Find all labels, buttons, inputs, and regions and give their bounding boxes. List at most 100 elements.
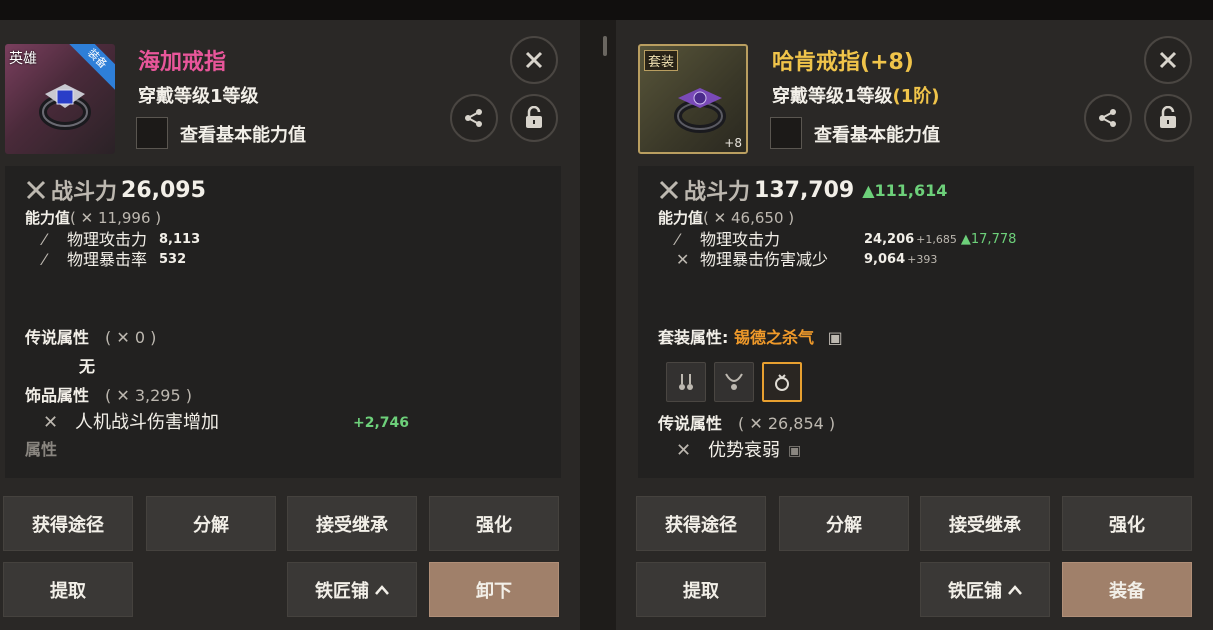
ability-section: 能力值( ✕ 46,650 ): [658, 209, 795, 227]
crit-defense-icon: ✕: [676, 250, 690, 269]
set-name[interactable]: 锡德之杀气: [734, 328, 814, 347]
set-label: 套装: [644, 50, 679, 71]
ability-label: 能力值: [25, 209, 71, 227]
item-thumbnail[interactable]: 套装 +8: [638, 44, 748, 154]
sword-icon: ⁄: [43, 230, 46, 249]
panel-divider: [580, 20, 616, 630]
crossed-swords-icon: ✕: [713, 209, 727, 227]
combat-power-label: 战斗力: [51, 180, 118, 205]
legend-value: 0: [134, 328, 146, 347]
lock-button[interactable]: [510, 94, 558, 142]
attr-row: ⁄ 物理攻击力 24,206 +1,685 ▲17,778: [658, 230, 1184, 250]
attr-value: 8,113: [159, 232, 201, 247]
wear-level: 穿戴等级1等级: [138, 82, 259, 108]
close-icon: [1159, 51, 1177, 69]
view-base-label[interactable]: 查看基本能力值: [180, 121, 306, 147]
view-base-checkbox[interactable]: [136, 117, 168, 149]
attr-value: 532: [159, 252, 187, 267]
scrollbar-handle[interactable]: [603, 36, 607, 56]
attr-name: 物理暴击率: [67, 250, 148, 269]
obtain-source-button[interactable]: 获得途径: [636, 496, 766, 551]
dismantle-button[interactable]: 分解: [779, 496, 909, 551]
necklace-slot[interactable]: [714, 362, 754, 402]
ability-section: 能力值( ✕ 11,996 ): [25, 209, 162, 227]
stats-area[interactable]: 战斗力 26,095 能力值( ✕ 11,996 ) ⁄ 物理攻击力 8,113…: [5, 166, 561, 478]
legend-section: 传说属性( ✕ 0 ): [25, 328, 157, 347]
crossed-swords-icon: ✕: [80, 209, 94, 227]
attr-delta: ▲17,778: [960, 232, 1017, 247]
legend-section: 传说属性( ✕ 26,854 ): [658, 414, 836, 433]
unequip-button[interactable]: 卸下: [429, 562, 559, 617]
legend-none: 无: [79, 357, 96, 376]
extract-button[interactable]: 提取: [636, 562, 766, 617]
close-button[interactable]: [1144, 36, 1192, 84]
ability-value: 11,996: [98, 209, 151, 227]
enhance-level: +8: [724, 136, 742, 150]
attr-name: 物理攻击力: [700, 230, 781, 249]
item-title: 哈肯戒指(+8): [772, 44, 914, 76]
attr-value: 24,206: [864, 232, 915, 247]
attr-row: ✕ 物理暴击伤害减少 9,064 +393: [658, 250, 1184, 270]
item-panel-compare: 套装 +8 哈肯戒指(+8) 穿戴等级1等级(1阶) 查看基本能力值 战斗力 1…: [616, 20, 1213, 630]
obtain-source-button[interactable]: 获得途径: [3, 496, 133, 551]
top-strip: [0, 0, 1213, 20]
item-title-text: 哈肯戒指: [772, 50, 861, 75]
ability-value: 46,650: [731, 209, 784, 227]
share-icon: [1099, 109, 1116, 127]
info-icon[interactable]: ▣: [788, 441, 801, 461]
ability-label: 能力值: [658, 209, 704, 227]
combat-power: 战斗力 26,095: [25, 174, 551, 206]
enhance-button[interactable]: 强化: [1062, 496, 1192, 551]
ring-slot[interactable]: [762, 362, 802, 402]
caret-up-icon: [1008, 584, 1022, 595]
legend-value: 26,854: [767, 414, 824, 433]
crossed-swords-icon: [26, 180, 46, 200]
ornament-attr-row: ✕ 人机战斗伤害增加 +2,746: [25, 408, 551, 438]
rarity-label: 英雄: [9, 51, 37, 67]
crit-icon: ⁄: [43, 250, 46, 269]
share-button[interactable]: [450, 94, 498, 142]
lock-icon: [1160, 106, 1176, 128]
combat-power-delta: ▲111,614: [862, 180, 948, 200]
blacksmith-button[interactable]: 铁匠铺: [920, 562, 1050, 617]
ring-icon: [39, 84, 91, 130]
item-thumbnail[interactable]: 英雄 装备: [5, 44, 115, 154]
combat-power-value: 137,709: [754, 177, 855, 203]
info-icon[interactable]: ▣: [828, 328, 843, 347]
lock-icon: [526, 106, 542, 128]
dismantle-button[interactable]: 分解: [146, 496, 276, 551]
equip-button[interactable]: 装备: [1062, 562, 1192, 617]
close-button[interactable]: [510, 36, 558, 84]
extract-button[interactable]: 提取: [3, 562, 133, 617]
stats-area[interactable]: 战斗力 137,709 ▲111,614 能力值( ✕ 46,650 ) ⁄ 物…: [638, 166, 1194, 478]
wear-level-text: 穿戴等级1等级: [138, 86, 259, 107]
ring-slot-icon: [775, 374, 789, 391]
pvp-icon: ✕: [43, 412, 59, 433]
ornament-attr-name: 人机战斗伤害增加: [75, 412, 219, 433]
blacksmith-label: 铁匠铺: [948, 580, 1002, 602]
view-base-label[interactable]: 查看基本能力值: [814, 121, 940, 147]
wear-level: 穿戴等级1等级(1阶): [772, 82, 940, 108]
inherit-button[interactable]: 接受继承: [920, 496, 1050, 551]
share-button[interactable]: [1084, 94, 1132, 142]
crossed-swords-icon: [659, 180, 679, 200]
ornament-attr-value: +2,746: [353, 415, 410, 431]
set-section: 套装属性: 锡德之杀气 ▣: [658, 326, 1184, 350]
wear-level-text: 穿戴等级1等级: [772, 86, 893, 107]
combat-power-value: 26,095: [121, 177, 206, 203]
ornament-label: 饰品属性: [25, 386, 90, 405]
set-attr-label: 套装属性:: [658, 328, 729, 347]
legend-attr-row: ✕ 优势衰弱 ▣: [658, 436, 1184, 466]
legend-label: 传说属性: [25, 328, 90, 347]
inherit-button[interactable]: 接受继承: [287, 496, 417, 551]
enhance-button[interactable]: 强化: [429, 496, 559, 551]
crossed-swords-icon: ✕: [116, 328, 130, 347]
ring-icon: [674, 88, 726, 133]
item-panel-current: 英雄 装备 海加戒指 穿戴等级1等级 查看基本能力值 战斗力 26,095 能力…: [0, 20, 580, 630]
lock-button[interactable]: [1144, 94, 1192, 142]
attr-value: 9,064: [864, 252, 906, 267]
combat-power-label: 战斗力: [684, 180, 751, 205]
blacksmith-button[interactable]: 铁匠铺: [287, 562, 417, 617]
earring-slot[interactable]: [666, 362, 706, 402]
view-base-checkbox[interactable]: [770, 117, 802, 149]
